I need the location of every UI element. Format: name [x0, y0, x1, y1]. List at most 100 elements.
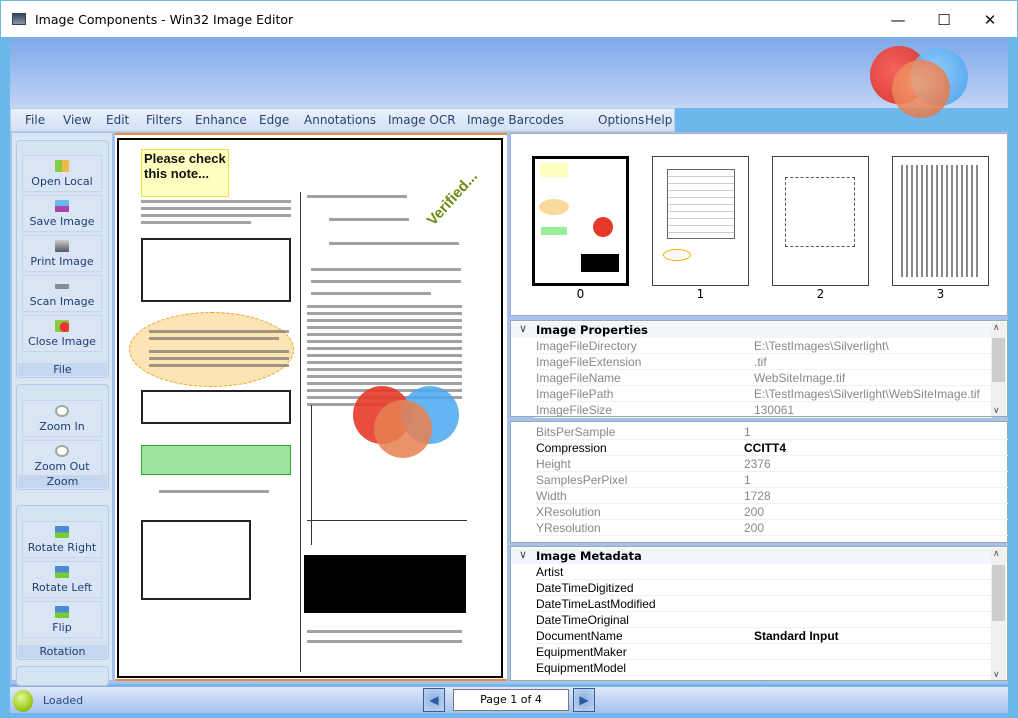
property-row[interactable]: ImageFileSize 130061 [534, 402, 992, 418]
zoom-in-button[interactable]: Zoom In [22, 400, 102, 437]
property-row[interactable]: SamplesPerPixel 1 [534, 472, 1008, 488]
property-row[interactable]: Artist [534, 564, 992, 580]
thumbnail-label: 2 [816, 287, 825, 301]
menu-view[interactable]: View [63, 113, 91, 127]
previous-page-button[interactable]: ◀ [423, 688, 445, 712]
status-led-icon [13, 690, 33, 712]
scanner-icon [55, 284, 69, 289]
property-row[interactable]: DateTimeDigitized [534, 580, 992, 596]
verified-text-annotation[interactable]: Verified... [424, 168, 481, 229]
property-value: 1728 [744, 489, 771, 503]
property-row[interactable]: ImageFileDirectory E:\TestImages\Silverli… [534, 338, 992, 354]
thumbnail-3[interactable] [892, 156, 989, 286]
property-row[interactable]: Height 2376 [534, 456, 1008, 472]
scroll-down-icon[interactable]: ∨ [993, 405, 1000, 416]
scan-image-button[interactable]: Scan Image [22, 275, 102, 312]
group-more [16, 666, 109, 686]
property-name: DateTimeOriginal [536, 613, 629, 627]
image-properties-header[interactable]: ∨ Image Properties [511, 322, 1007, 338]
property-name: ImageFilePath [536, 387, 614, 401]
zoom-out-icon [55, 445, 69, 457]
menu-filters[interactable]: Filters [146, 113, 182, 127]
property-row[interactable]: ImageFileExtension .tif [534, 354, 992, 370]
image-info-grid: BitsPerSample 1 Compression CCITT4 Height 237… [510, 421, 1008, 543]
menu-file[interactable]: File [25, 113, 45, 127]
menu-help[interactable]: Help [645, 113, 672, 127]
property-value: E:\TestImages\Silverlight\ [754, 339, 889, 353]
banner [10, 38, 1008, 118]
property-value: .tif [754, 355, 767, 369]
rotate-right-button[interactable]: Rotate Right [22, 521, 102, 558]
property-value: 130061 [754, 403, 795, 417]
image-viewer[interactable]: Please check this note... Verified... fo… [115, 133, 507, 681]
save-image-button[interactable]: Save Image [22, 195, 102, 232]
menu-annotations[interactable]: Annotations [304, 113, 376, 127]
property-name: XResolution [536, 505, 601, 519]
maximize-button[interactable]: ☐ [921, 7, 967, 33]
thumbnail-1[interactable] [652, 156, 749, 286]
image-metadata-header[interactable]: ∨ Image Metadata [511, 548, 1007, 564]
close-image-icon [55, 320, 69, 332]
group-label-zoom: Zoom [18, 475, 107, 488]
property-name: BitsPerSample [536, 425, 616, 439]
property-row[interactable]: ImageFilePath E:\TestImages\Silverlight\W… [534, 386, 992, 402]
property-value: 200 [744, 505, 765, 519]
zoom-out-button[interactable]: Zoom Out [22, 440, 102, 477]
rotate-left-icon [55, 566, 69, 578]
thumbnail-2[interactable] [772, 156, 869, 286]
window-title: Image Components - Win32 Image Editor [35, 12, 294, 27]
open-local-button[interactable]: Open Local [22, 155, 102, 192]
property-row[interactable]: DateTimeLastModified [534, 596, 992, 612]
menu-edit[interactable]: Edit [106, 113, 129, 127]
menu-image-barcodes[interactable]: Image Barcodes [467, 113, 564, 127]
property-value: 1 [744, 473, 751, 487]
text-note-annotation[interactable]: Please check this note... [141, 149, 229, 197]
property-row[interactable]: BitsPerSample 1 [534, 424, 1008, 440]
property-value: E:\TestImages\Silverlight\WebSiteImage.t… [754, 387, 980, 401]
property-row[interactable]: DocumentName Standard Input [534, 628, 992, 644]
property-row[interactable]: EquipmentModel [534, 660, 992, 676]
property-row[interactable]: EquipmentMaker [534, 644, 992, 660]
scrollbar[interactable]: ∧ ∨ [991, 548, 1006, 680]
next-page-button[interactable]: ▶ [573, 688, 595, 712]
image-properties-grid: ∨ Image Properties ImageFileDirectory E:\T… [510, 320, 1008, 418]
highlight-annotation[interactable] [141, 445, 291, 475]
property-name: DocumentName [536, 629, 623, 643]
property-name: DateTimeDigitized [536, 581, 634, 595]
menu-enhance[interactable]: Enhance [195, 113, 247, 127]
page-indicator: Page 1 of 4 [453, 689, 569, 711]
scrollbar[interactable]: ∧ ∨ [991, 322, 1006, 416]
property-name: Height [536, 457, 571, 471]
property-name: EquipmentMaker [536, 645, 627, 659]
scroll-down-icon[interactable]: ∨ [993, 669, 1000, 680]
thumbnail-panel: 0 1 2 3 [510, 133, 1008, 316]
property-name: Width [536, 489, 567, 503]
property-row[interactable]: DateTimeOriginal [534, 612, 992, 628]
title-bar: Image Components - Win32 Image Editor — … [0, 0, 1018, 38]
property-row[interactable]: XResolution 200 [534, 504, 1008, 520]
menu-image-ocr[interactable]: Image OCR [388, 113, 456, 127]
scroll-up-icon[interactable]: ∧ [993, 322, 1000, 333]
print-image-button[interactable]: Print Image [22, 235, 102, 272]
close-image-button[interactable]: Close Image [22, 315, 102, 352]
app-icon [12, 13, 26, 25]
scroll-up-icon[interactable]: ∧ [993, 548, 1000, 559]
property-value: WebSiteImage.tif [754, 371, 846, 385]
rotate-left-button[interactable]: Rotate Left [22, 561, 102, 598]
menu-options[interactable]: Options [598, 113, 644, 127]
property-row[interactable]: YResolution 200 [534, 520, 1008, 536]
group-zoom: Zoom In Zoom Out Zoom [16, 384, 109, 490]
property-row[interactable]: Compression CCITT4 [534, 440, 1008, 456]
property-value: 1 [744, 425, 751, 439]
property-row[interactable]: Width 1728 [534, 488, 1008, 504]
menu-edge[interactable]: Edge [259, 113, 289, 127]
property-row[interactable]: ImageFileName WebSiteImage.tif [534, 370, 992, 386]
status-bar: Loaded ◀ Page 1 of 4 ▶ [10, 686, 1008, 713]
minimize-button[interactable]: — [875, 7, 921, 33]
flip-button[interactable]: Flip [22, 601, 102, 638]
close-button[interactable]: ✕ [967, 7, 1013, 33]
rotate-right-icon [55, 526, 69, 538]
property-value: CCITT4 [744, 441, 786, 455]
redaction-annotation[interactable] [304, 555, 466, 613]
thumbnail-0[interactable] [532, 156, 629, 286]
